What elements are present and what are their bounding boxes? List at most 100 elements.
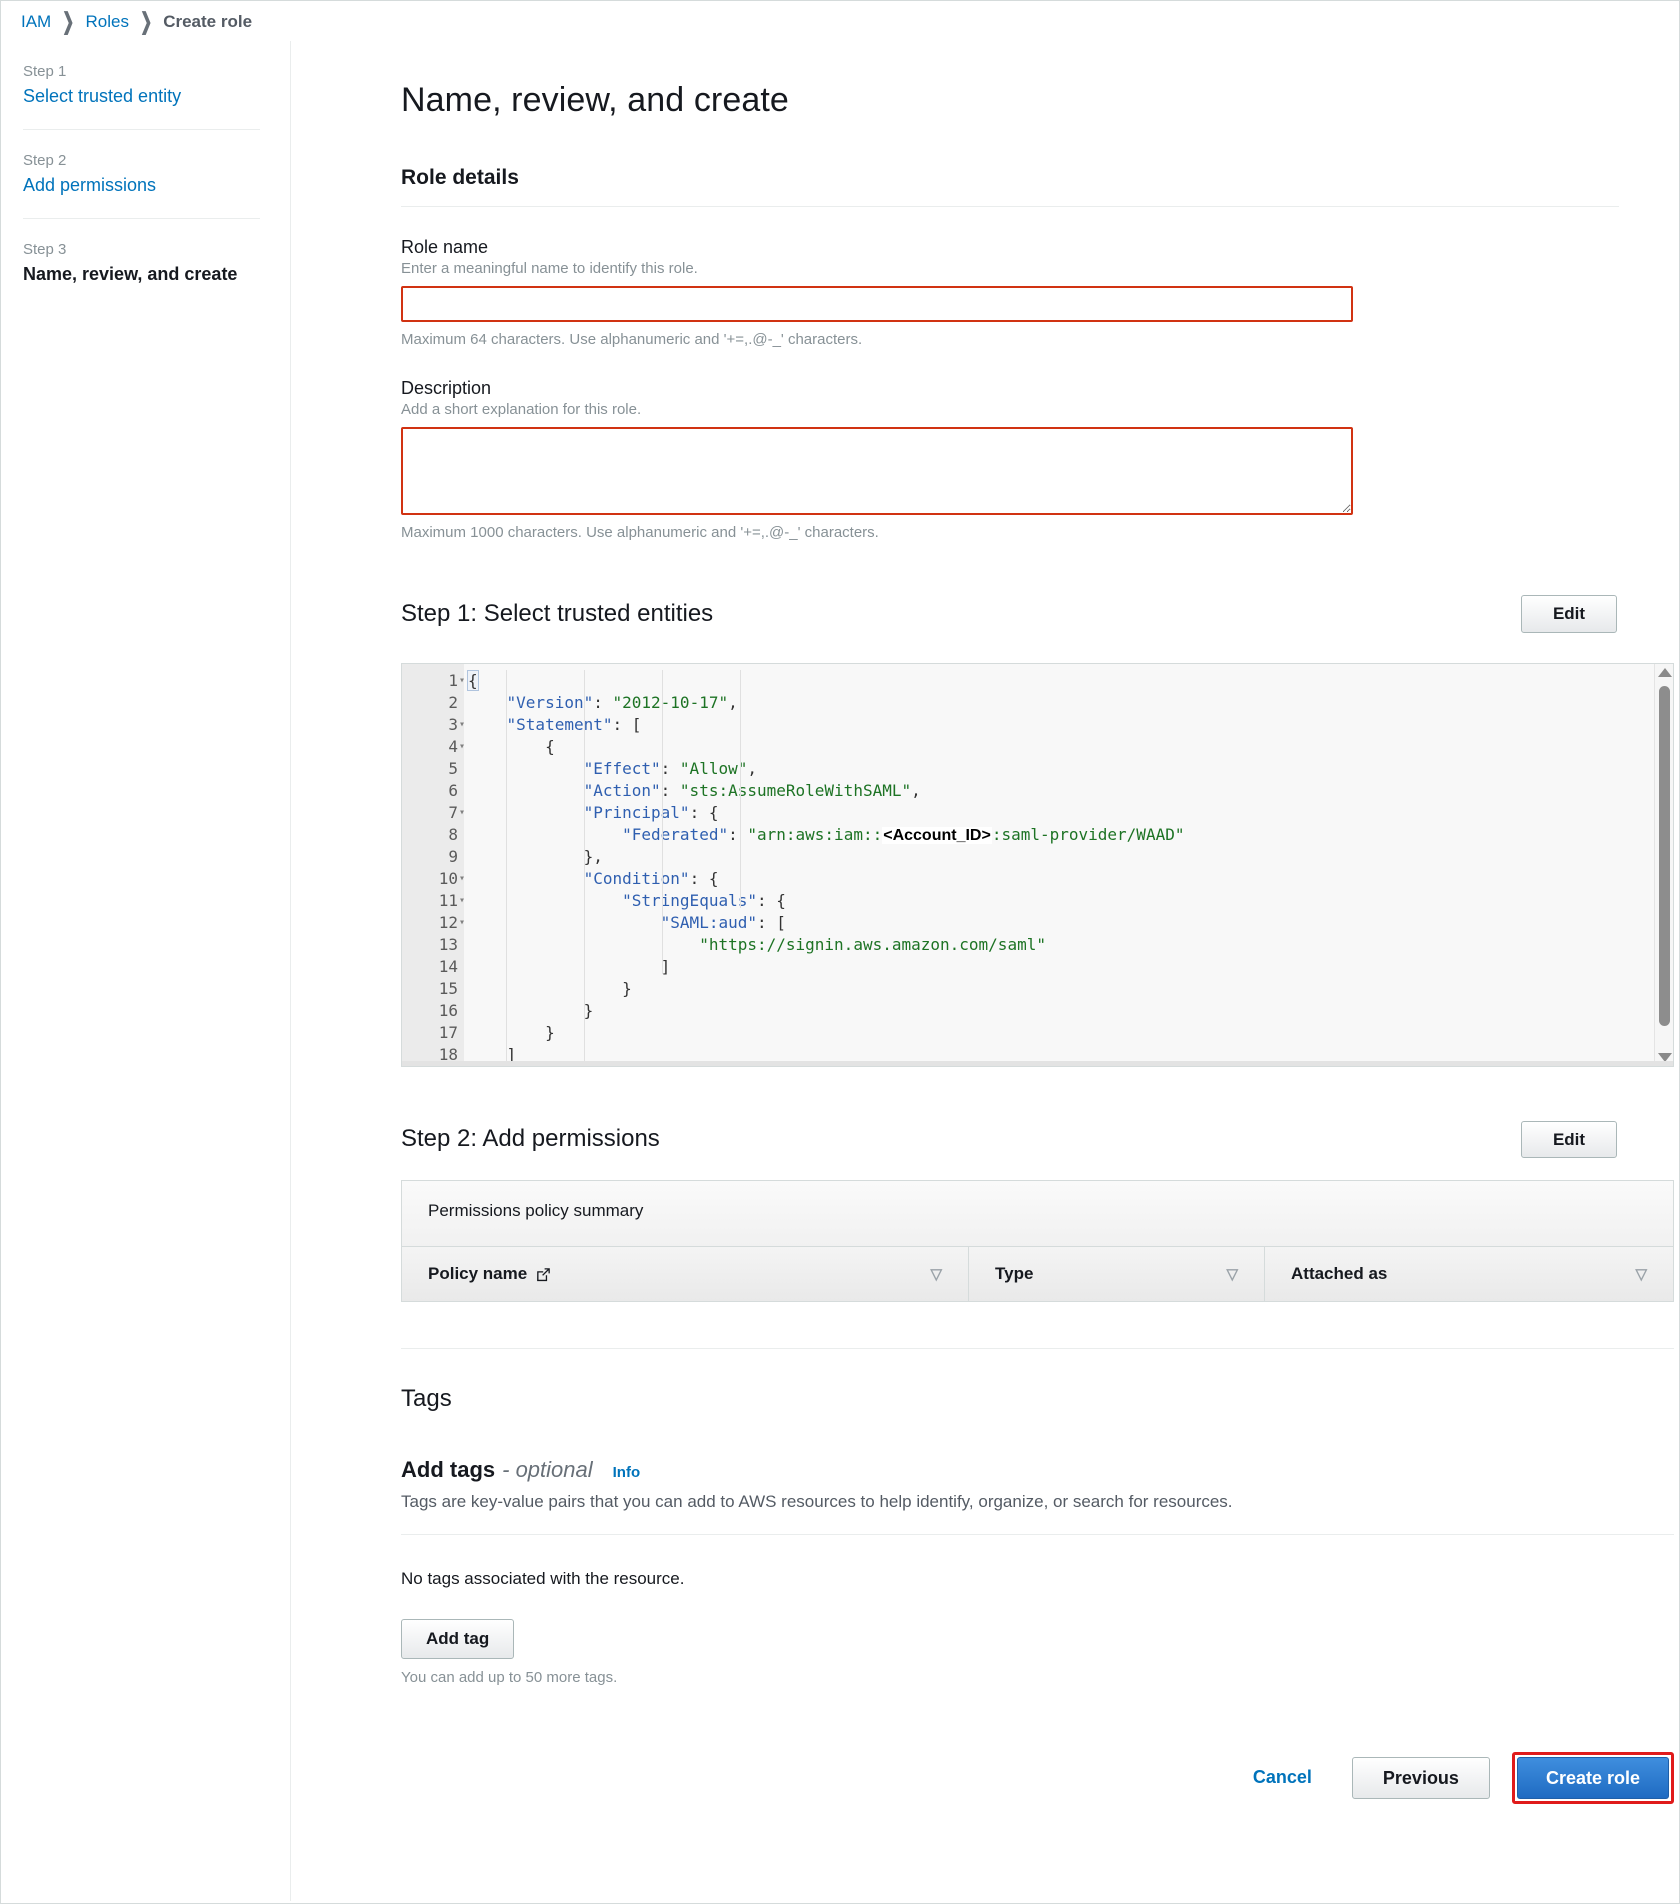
column-header-policy-name-label: Policy name (428, 1264, 527, 1284)
code-token: { (468, 671, 478, 690)
code-token: }, (468, 847, 603, 866)
code-token: "arn:aws:iam:: (747, 825, 882, 844)
role-name-description: Enter a meaningful name to identify this… (401, 260, 1619, 277)
editor-line-number: 9 (402, 846, 464, 868)
tags-description: Tags are key-value pairs that you can ad… (401, 1492, 1619, 1512)
code-token: "sts:AssumeRoleWithSAML" (680, 781, 911, 800)
editor-code-line: } (464, 978, 1673, 1000)
breadcrumb-item-create-role: Create role (163, 12, 252, 32)
editor-line-number: 11▾ (402, 890, 464, 912)
editor-code-line: }, (464, 846, 1673, 868)
description-description: Add a short explanation for this role. (401, 401, 1619, 418)
breadcrumb-item-iam[interactable]: IAM (21, 12, 51, 32)
sidebar-step-1[interactable]: Step 1 Select trusted entity (23, 63, 260, 129)
permissions-policy-table: Permissions policy summary Policy name ▽ (401, 1180, 1674, 1302)
step1-review-heading: Step 1: Select trusted entities (401, 600, 713, 628)
editor-code-line: "SAML:aud": [ (464, 912, 1673, 934)
editor-code-line: } (464, 1022, 1673, 1044)
code-token: : { (757, 891, 786, 910)
code-token (468, 715, 507, 734)
editor-code-line: ] (464, 956, 1673, 978)
column-header-attached-as[interactable]: Attached as ▽ (1264, 1247, 1673, 1301)
editor-code-line: { (464, 736, 1673, 758)
scrollbar-thumb[interactable] (1659, 686, 1670, 1026)
editor-code[interactable]: { "Version": "2012-10-17", "Statement": … (464, 664, 1673, 1066)
breadcrumb-separator-icon: ❯ (140, 9, 152, 36)
trust-policy-editor[interactable]: 1▾23▾4▾567▾8910▾11▾12▾13141516171819 { "… (401, 663, 1674, 1067)
external-link-icon[interactable] (536, 1267, 551, 1282)
code-token (468, 825, 622, 844)
editor-vertical-scrollbar[interactable] (1654, 664, 1673, 1066)
editor-line-number: 6 (402, 780, 464, 802)
sort-type-icon[interactable]: ▽ (1226, 1265, 1238, 1283)
code-token: : { (690, 869, 719, 888)
editor-line-number: 2 (402, 692, 464, 714)
add-tags-optional-label: - optional (502, 1457, 593, 1483)
editor-code-line: } (464, 1000, 1673, 1022)
scroll-up-arrow-icon[interactable] (1658, 668, 1672, 677)
code-token: "Version" (507, 693, 594, 712)
tags-divider (401, 1534, 1674, 1535)
code-token: , (728, 693, 738, 712)
code-token: "Federated" (622, 825, 728, 844)
editor-horizontal-scrollbar[interactable] (402, 1061, 1673, 1066)
indent-guide (662, 670, 663, 974)
code-token: } (468, 1001, 593, 1020)
tags-heading: Tags (401, 1385, 1619, 1413)
permissions-table-header: Policy name ▽ Type ▽ (402, 1247, 1673, 1301)
editor-line-number: 15 (402, 978, 464, 1000)
code-token: } (468, 979, 632, 998)
role-name-input[interactable] (401, 286, 1353, 322)
create-role-page: IAM ❯ Roles ❯ Create role Step 1 Select … (0, 0, 1680, 1904)
code-token: "Action" (584, 781, 661, 800)
step2-review-heading: Step 2: Add permissions (401, 1125, 660, 1153)
column-header-policy-name[interactable]: Policy name ▽ (402, 1247, 968, 1301)
add-tags-header: Add tags - optional Info (401, 1457, 1619, 1483)
edit-permissions-button[interactable]: Edit (1521, 1121, 1617, 1159)
editor-line-number: 16 (402, 1000, 464, 1022)
tags-empty-message: No tags associated with the resource. (401, 1569, 1619, 1589)
indent-guide (506, 670, 507, 1062)
tags-section-divider (401, 1348, 1674, 1349)
role-name-hint: Maximum 64 characters. Use alphanumeric … (401, 331, 1619, 348)
previous-button[interactable]: Previous (1352, 1757, 1490, 1800)
breadcrumb-item-roles[interactable]: Roles (85, 12, 128, 32)
sort-attached-as-icon[interactable]: ▽ (1635, 1265, 1647, 1283)
add-tags-label: Add tags (401, 1457, 495, 1483)
cancel-link[interactable]: Cancel (1253, 1767, 1312, 1788)
code-token: : (728, 825, 747, 844)
code-token (468, 891, 622, 910)
code-token: : { (690, 803, 719, 822)
role-name-field-group: Role name Enter a meaningful name to ide… (401, 237, 1619, 348)
create-role-button[interactable]: Create role (1517, 1757, 1669, 1800)
permissions-policy-summary-label: Permissions policy summary (402, 1181, 1673, 1247)
step1-review-header: Step 1: Select trusted entities Edit (401, 595, 1619, 633)
add-tag-button[interactable]: Add tag (401, 1619, 514, 1659)
sidebar-step-1-label[interactable]: Select trusted entity (23, 86, 260, 107)
account-id-annotation: <Account_ID> (882, 827, 992, 844)
description-textarea[interactable] (401, 427, 1353, 515)
code-token: { (468, 737, 555, 756)
code-token: : (661, 781, 680, 800)
sidebar-step-2[interactable]: Step 2 Add permissions (23, 129, 260, 218)
editor-line-number: 13 (402, 934, 464, 956)
sidebar-step-3-label: Name, review, and create (23, 264, 260, 285)
editor-code-line: "Principal": { (464, 802, 1673, 824)
code-token: ] (468, 957, 670, 976)
role-details-divider (401, 206, 1619, 207)
description-hint: Maximum 1000 characters. Use alphanumeri… (401, 524, 1619, 541)
editor-line-number: 12▾ (402, 912, 464, 934)
description-field-group: Description Add a short explanation for … (401, 378, 1619, 541)
tags-info-link[interactable]: Info (613, 1464, 641, 1481)
sidebar-step-2-label[interactable]: Add permissions (23, 175, 260, 196)
code-token: : [ (757, 913, 786, 932)
description-label: Description (401, 378, 1619, 399)
code-token (468, 869, 584, 888)
sort-policy-name-icon[interactable]: ▽ (930, 1265, 942, 1283)
editor-code-line: "Condition": { (464, 868, 1673, 890)
edit-trusted-entities-button[interactable]: Edit (1521, 595, 1617, 633)
wizard-footer: Cancel Previous Create role (401, 1752, 1674, 1835)
column-header-type[interactable]: Type ▽ (968, 1247, 1264, 1301)
code-token: , (747, 759, 757, 778)
editor-code-line: { (464, 670, 1673, 692)
